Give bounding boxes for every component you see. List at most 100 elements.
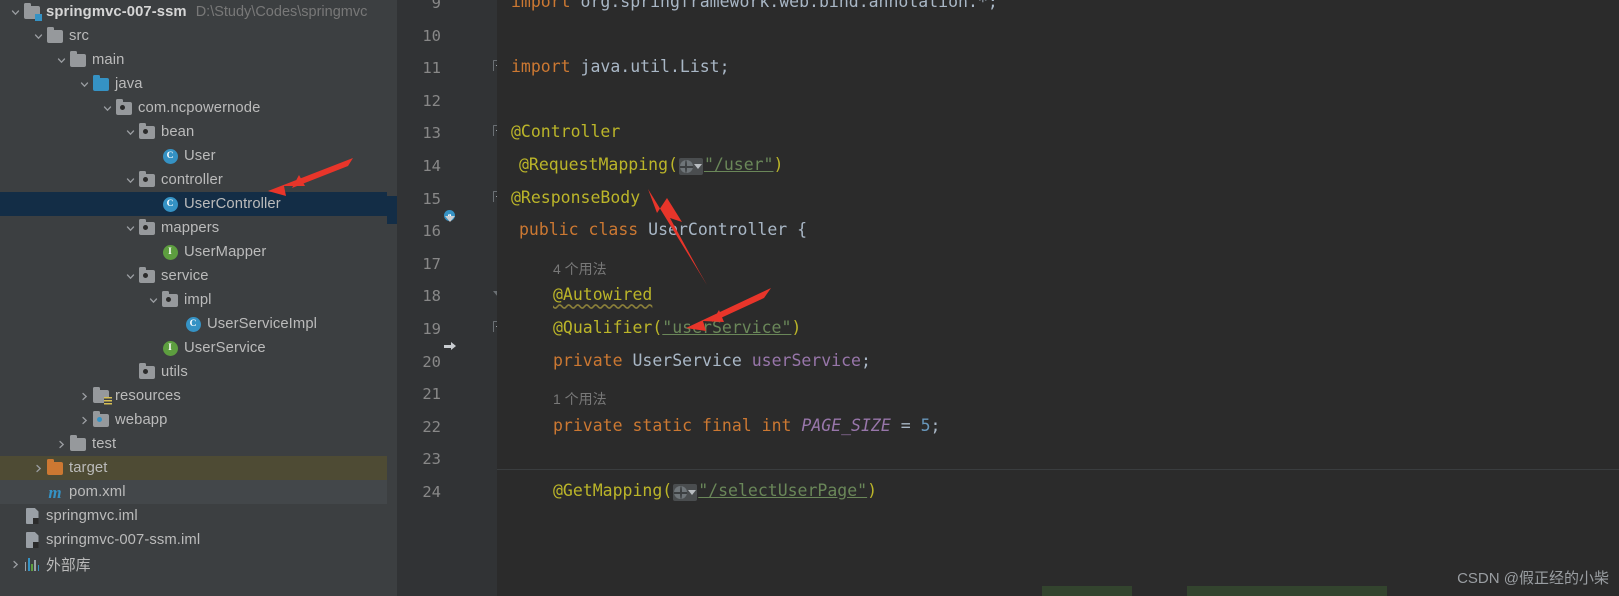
tree-expand-down[interactable]: [31, 24, 46, 48]
tree-item-webapp[interactable]: webapp: [0, 408, 387, 432]
editor-marker-strip[interactable]: [387, 0, 397, 596]
line-number-21: 21: [422, 385, 441, 404]
tree-expand-right[interactable]: [77, 384, 92, 408]
tree-item-impl[interactable]: impl: [0, 288, 387, 312]
tree-item-mappers[interactable]: mappers: [0, 216, 387, 240]
editor-gutter[interactable]: 9 10 11 12 13 14 15 16 17 18 19 20 21 22 23 24 e: [397, 0, 504, 596]
excluded-folder-icon: [46, 458, 64, 477]
tree-item-resources[interactable]: resources: [0, 384, 387, 408]
tree-expand-none: [169, 312, 184, 336]
webapp-folder-icon: [92, 410, 110, 429]
tree-item-springmvc-007-ssm[interactable]: springmvc-007-ssm D:\Study\Codes\springmv…: [0, 0, 387, 24]
tree-item-label: src: [69, 28, 90, 44]
tree-item-label: service: [161, 268, 209, 284]
tree-expand-down[interactable]: [77, 72, 92, 96]
code-line-11: import java.util.List;: [511, 57, 730, 77]
line-number-22: 22: [422, 417, 441, 436]
tree-item-main[interactable]: main: [0, 48, 387, 72]
tree-item-label: java: [115, 76, 143, 92]
tree-item-label: utils: [161, 364, 188, 380]
chevron-down-icon: [693, 164, 702, 169]
tree-item-utils[interactable]: utils: [0, 360, 387, 384]
tree-expand-down[interactable]: [100, 96, 115, 120]
tree-item-label: 外部库: [46, 557, 91, 574]
tree-item-src[interactable]: src: [0, 24, 387, 48]
tree-expand-right[interactable]: [77, 408, 92, 432]
tree-expand-none: [146, 336, 161, 360]
tree-item-external-libraries[interactable]: 外部库: [0, 552, 387, 576]
tree-item-pom-xml[interactable]: m pom.xml: [0, 480, 387, 504]
code-line-22: private static final int PAGE_SIZE = 5;: [553, 415, 941, 435]
method-separator: [497, 469, 1619, 470]
tree-item-service[interactable]: service: [0, 264, 387, 288]
tree-item-label: com.ncpowernode: [138, 100, 261, 116]
tree-item-label: springmvc-007-ssm.iml: [46, 532, 201, 548]
tree-expand-down[interactable]: [123, 168, 138, 192]
url-mapping-chip-2[interactable]: [673, 484, 698, 501]
module-folder-icon: [23, 2, 42, 21]
tree-item-label: bean: [161, 124, 195, 140]
tree-expand-down[interactable]: [8, 0, 23, 24]
tree-expand-down[interactable]: [146, 288, 161, 312]
tree-item-label: UserServiceImpl: [207, 316, 318, 332]
tree-item-controller[interactable]: controller: [0, 168, 387, 192]
tree-expand-right[interactable]: [54, 432, 69, 456]
tree-expand-down[interactable]: [123, 120, 138, 144]
tree-item-label: UserController: [184, 196, 281, 212]
project-tree-panel[interactable]: springmvc-007-ssm D:\Study\Codes\springmv…: [0, 0, 387, 596]
tree-expand-none: [146, 240, 161, 264]
tree-item-java[interactable]: java: [0, 72, 387, 96]
package-icon: [115, 98, 133, 117]
tree-item-userserviceimpl[interactable]: C UserServiceImpl: [0, 312, 387, 336]
line-number-17: 17: [422, 254, 441, 273]
editor-code-pane[interactable]: import org.springframework.web.bind.anno…: [497, 0, 1619, 596]
tree-item-target[interactable]: target: [0, 456, 387, 480]
code-line-18: @Autowired: [553, 285, 653, 305]
tree-item-userservice[interactable]: I UserService: [0, 336, 387, 360]
line-number-23: 23: [422, 450, 441, 469]
code-editor[interactable]: 9 10 11 12 13 14 15 16 17 18 19 20 21 22 23 24 e import …: [387, 0, 1619, 596]
package-icon: [161, 290, 179, 309]
tree-expand-down[interactable]: [54, 48, 69, 72]
tree-item-usercontroller[interactable]: C UserController: [0, 192, 387, 216]
bottom-partial-block-1: [1187, 586, 1387, 596]
tree-item-springmvc-007-ssm-iml[interactable]: springmvc-007-ssm.iml: [0, 528, 387, 552]
code-line-9: import org.springframework.web.bind.anno…: [511, 0, 998, 11]
tree-item-springmvc-iml[interactable]: springmvc.iml: [0, 504, 387, 528]
line-number-19: 19: [422, 320, 441, 338]
tree-item-usermapper[interactable]: I UserMapper: [0, 240, 387, 264]
code-line-15: @ResponseBody: [511, 187, 641, 207]
tree-item-path: D:\Study\Codes\springmvc: [195, 4, 368, 20]
tree-item-label: UserService: [184, 340, 266, 356]
tree-item-test[interactable]: test: [0, 432, 387, 456]
interface-icon: I: [161, 243, 179, 261]
tree-expand-right[interactable]: [8, 552, 23, 576]
tree-item-bean[interactable]: bean: [0, 120, 387, 144]
tree-item-label: test: [92, 436, 117, 452]
url-mapping-chip[interactable]: [678, 158, 703, 175]
tree-item-label: controller: [161, 172, 223, 188]
tree-expand-right[interactable]: [31, 456, 46, 480]
line-number-14: 14: [422, 157, 441, 175]
tree-expand-down[interactable]: [123, 264, 138, 288]
folder-icon: [69, 434, 87, 453]
tree-expand-down[interactable]: [123, 216, 138, 240]
tree-item-label: User: [184, 148, 216, 164]
tree-expand-none: [146, 144, 161, 168]
line-number-16: 16: [422, 222, 441, 241]
tree-item-com-ncpowernode[interactable]: com.ncpowernode: [0, 96, 387, 120]
tree-item-user[interactable]: C User: [0, 144, 387, 168]
package-icon: [138, 362, 156, 381]
iml-file-icon: [23, 531, 41, 549]
